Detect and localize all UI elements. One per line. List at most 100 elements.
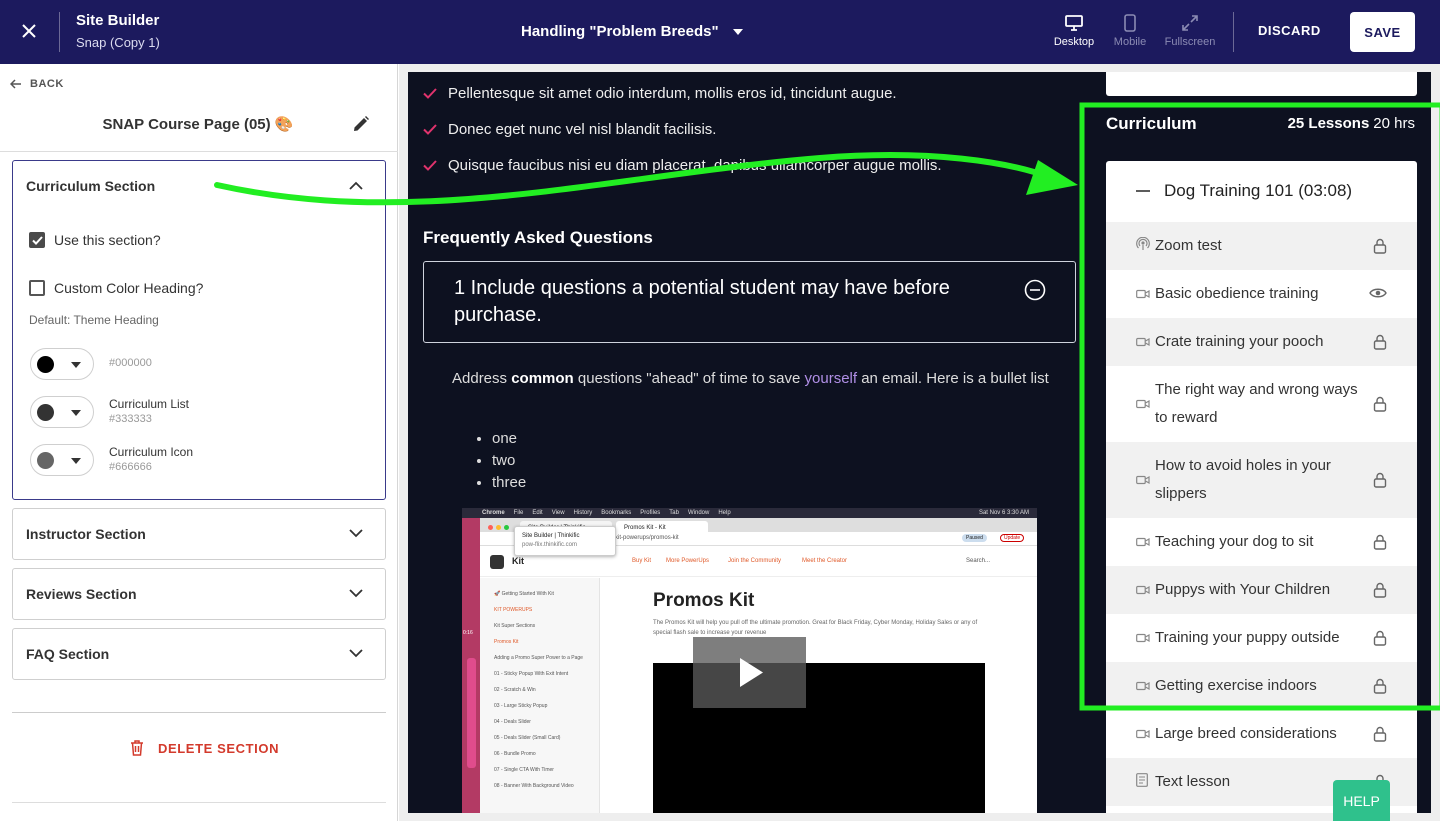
video-icon	[1136, 534, 1150, 551]
color-picker-curriculum-icon[interactable]	[30, 444, 94, 476]
kit-page-body: The Promos Kit will help you pull off th…	[653, 620, 978, 636]
video-icon	[1136, 286, 1150, 303]
lesson-row[interactable]: Basic obedience training	[1106, 270, 1417, 318]
back-label: BACK	[30, 78, 64, 90]
chevron-up-icon[interactable]	[349, 181, 363, 190]
default-heading-note: Default: Theme Heading	[29, 313, 159, 327]
lock-icon	[1373, 534, 1387, 554]
dock-time: 0:16	[463, 630, 473, 636]
delete-section-button[interactable]: DELETE SECTION	[130, 740, 279, 756]
eye-icon	[1369, 286, 1387, 303]
discard-button[interactable]: DISCARD	[1258, 23, 1321, 38]
check-icon	[31, 235, 43, 245]
faq-answer-list: one two three	[492, 428, 526, 494]
answer-link[interactable]: yourself	[805, 370, 858, 387]
device-fullscreen-button[interactable]: Fullscreen	[1160, 14, 1220, 48]
answer-text: questions "ahead" of time to save	[573, 370, 805, 387]
lesson-row[interactable]: The right way and wrong ways to reward	[1106, 366, 1417, 442]
use-section-checkbox[interactable]: Use this section?	[29, 232, 161, 248]
kit-sidebar: 🚀 Getting Started With Kit KIT POWERUPS …	[480, 578, 600, 813]
faq-item[interactable]: 1 Include questions a potential student …	[423, 261, 1076, 343]
lesson-row[interactable]: How to avoid holes in your slippers	[1106, 442, 1417, 518]
list-item: Quisque faucibus nisi eu diam placerat, …	[423, 157, 942, 174]
divider	[59, 12, 60, 52]
device-mobile-label: Mobile	[1113, 36, 1147, 48]
answer-bold: common	[511, 370, 574, 387]
bullet-text: Donec eget nunc vel nisl blandit facilis…	[448, 121, 717, 138]
lesson-row[interactable]: Large breed considerations	[1106, 710, 1417, 758]
page-name: SNAP Course Page (05) 🎨	[102, 116, 294, 133]
chapter-header[interactable]: Dog Training 101 (03:08)	[1106, 161, 1417, 220]
menu-item: Bookmarks	[601, 510, 632, 516]
tooltip-title: Site Builder | Thinkific	[522, 533, 580, 539]
play-button[interactable]	[693, 637, 806, 708]
section-title: FAQ Section	[26, 646, 110, 662]
text-icon	[1136, 773, 1150, 791]
lesson-row[interactable]: Training your puppy outside	[1106, 614, 1417, 662]
fullscreen-icon	[1182, 15, 1198, 31]
save-button[interactable]: SAVE	[1350, 12, 1415, 52]
checkbox-unchecked[interactable]	[29, 280, 45, 296]
faq-section-panel[interactable]: FAQ Section	[12, 628, 386, 680]
lesson-title: Training your puppy outside	[1155, 629, 1340, 646]
page-selector[interactable]: Handling "Problem Breeds"	[521, 23, 743, 40]
divider	[1233, 12, 1234, 52]
desktop-icon	[1065, 15, 1083, 31]
check-icon	[423, 124, 437, 135]
custom-color-checkbox[interactable]: Custom Color Heading?	[29, 280, 203, 296]
lock-icon	[1373, 334, 1387, 354]
kit-nav-item: More PowerUps	[666, 558, 710, 564]
video-icon	[1136, 582, 1150, 599]
dock	[467, 658, 476, 768]
kit-nav-item: Buy Kit	[632, 558, 652, 564]
menu-item: Window	[687, 510, 710, 516]
list-item: two	[492, 450, 526, 472]
chapter-title: Dog Training 101 (03:08)	[1164, 180, 1353, 200]
lesson-row[interactable]: Puppys with Your Children	[1106, 566, 1417, 614]
kit-side-item: 02 - Scratch & Win	[494, 687, 536, 693]
caret-down-icon	[71, 458, 81, 464]
window-min-dot	[496, 525, 501, 530]
minus-circle-icon[interactable]	[1024, 279, 1046, 301]
video-menubar: Chrome File Edit View History Bookmarks …	[462, 508, 1037, 518]
caret-down-icon	[71, 362, 81, 368]
instructor-section-panel[interactable]: Instructor Section	[12, 508, 386, 560]
color-picker-curriculum-list[interactable]	[30, 396, 94, 428]
curriculum-section-title[interactable]: Curriculum Section	[26, 178, 155, 194]
divider	[0, 151, 398, 152]
menu-item: Tab	[669, 510, 679, 516]
caret-down-icon	[732, 28, 743, 35]
kit-side-item: 03 - Large Sticky Popup	[494, 703, 548, 709]
bullet-text: Pellentesque sit amet odio interdum, mol…	[448, 85, 897, 102]
section-title: Reviews Section	[26, 586, 137, 602]
lock-icon	[1373, 582, 1387, 602]
chevron-down-icon	[349, 589, 363, 598]
back-link[interactable]: BACK	[10, 78, 64, 90]
close-icon[interactable]	[18, 20, 40, 42]
device-mobile-button[interactable]: Mobile	[1100, 14, 1160, 48]
preview-canvas: Pellentesque sit amet odio interdum, mol…	[399, 64, 1440, 821]
pencil-icon[interactable]	[352, 115, 370, 133]
lesson-row[interactable]: Zoom test	[1106, 222, 1417, 270]
lesson-title: Crate training your pooch	[1155, 333, 1324, 350]
kit-search: Search...	[966, 558, 991, 564]
page-selector-label: Handling "Problem Breeds"	[521, 23, 719, 40]
window-max-dot	[504, 525, 509, 530]
kit-side-item: 01 - Sticky Popup With Exit Intent	[494, 671, 569, 677]
checkbox-checked[interactable]	[29, 232, 45, 248]
color-picker-heading[interactable]	[30, 348, 94, 380]
reviews-section-panel[interactable]: Reviews Section	[12, 568, 386, 620]
top-bar: Site Builder Snap (Copy 1) Handling "Pro…	[0, 0, 1440, 64]
video-icon	[1136, 472, 1150, 489]
lesson-row[interactable]: Crate training your pooch	[1106, 318, 1417, 366]
device-desktop-button[interactable]: Desktop	[1044, 14, 1104, 48]
lesson-row[interactable]: Getting exercise indoors	[1106, 662, 1417, 710]
check-icon	[423, 88, 437, 99]
video-icon	[1136, 630, 1150, 647]
kit-nav-item: Meet the Creator	[802, 558, 848, 564]
color-hex: #666666	[109, 461, 152, 473]
kit-side-item: Kit Super Sections	[494, 623, 536, 629]
lesson-row[interactable]: Teaching your dog to sit	[1106, 518, 1417, 566]
video-player[interactable]: Chrome File Edit View History Bookmarks …	[462, 508, 1037, 813]
help-button[interactable]: HELP	[1333, 780, 1390, 821]
